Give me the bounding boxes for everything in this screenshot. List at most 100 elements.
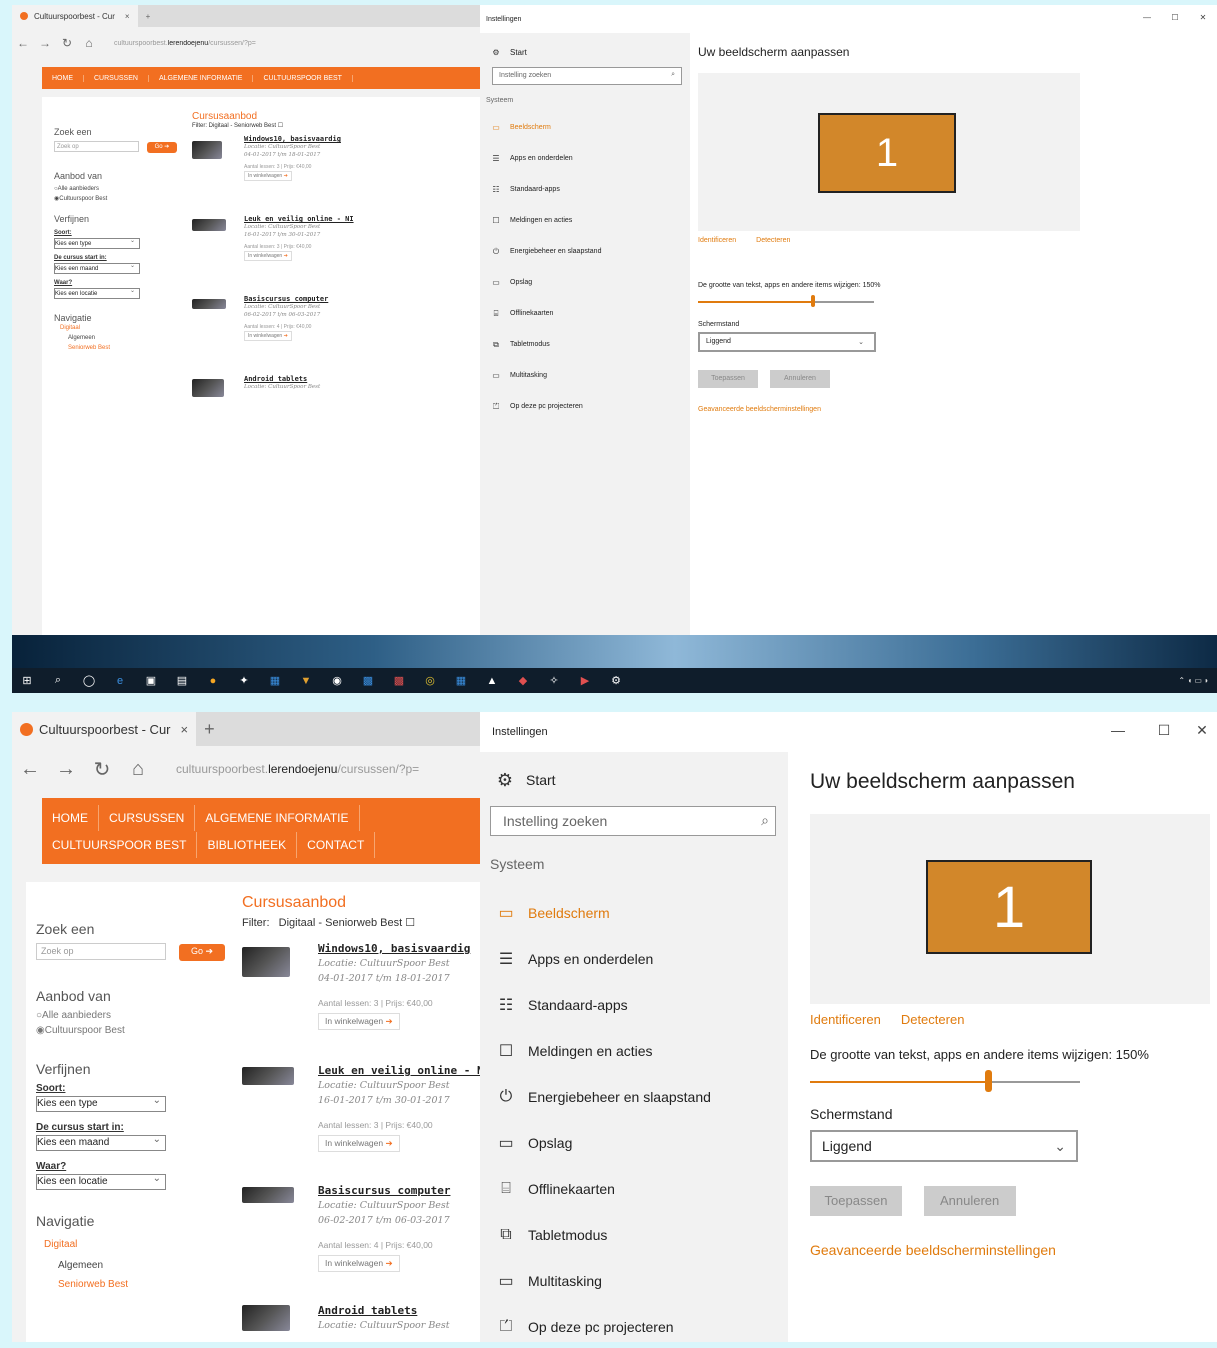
start-select[interactable]: Kies een maand [36,1133,166,1151]
nav-start[interactable]: ⚙ Start [480,41,690,63]
app-icon[interactable]: ▦ [450,672,472,690]
tab-close-icon[interactable]: × [181,722,189,737]
nav-beeldscherm[interactable]: ▭ Beeldscherm [480,890,788,936]
offer-option-all[interactable]: ○Alle aanbieders [36,1008,226,1023]
tab-close-icon[interactable]: × [125,12,130,21]
minimize-button[interactable]: — [1133,13,1161,22]
settings-gear-icon[interactable]: ⚙ [605,672,627,690]
app-icon[interactable]: ▼ [295,672,317,690]
nav-meldingen[interactable]: ☐ Meldingen en acties [480,205,690,236]
new-tab-button[interactable]: + [146,12,151,21]
advanced-display-settings-link[interactable]: Geavanceerde beeldscherminstellingen [698,406,1198,413]
add-to-cart-button[interactable]: In winkelwagen ➔ [318,1013,400,1030]
nav-apps-en-onderdelen[interactable]: ☰ Apps en onderdelen [480,143,690,174]
add-to-cart-button[interactable]: In winkelwagen ➔ [244,171,292,181]
forward-icon[interactable]: → [48,758,84,781]
settings-search-input[interactable]: Instelling zoeken ⌕ [490,806,776,836]
folder-icon[interactable]: ▤ [171,672,193,690]
app-icon[interactable]: ● [202,672,224,690]
monitor-1[interactable]: 1 [818,113,956,193]
site-nav-cursussen[interactable]: CURSUSSEN [84,74,149,82]
slider-thumb[interactable] [811,295,816,307]
add-to-cart-button[interactable]: In winkelwagen ➔ [318,1135,400,1152]
site-nav-home[interactable]: HOME [42,804,99,831]
start-icon[interactable]: ⊞ [16,672,38,690]
nav-beeldscherm[interactable]: ▭ Beeldscherm [480,112,690,143]
offer-option-cultuurspoor[interactable]: ◉Cultuurspoor Best [54,194,189,204]
scale-slider[interactable] [810,1070,1080,1092]
site-nav-cultuurspoor-best[interactable]: CULTUURSPOOR BEST [42,831,198,858]
course-name[interactable]: Android tablets [318,1303,450,1318]
sort-select[interactable]: Kies een type [54,236,140,249]
home-icon[interactable]: ⌂ [120,758,156,781]
back-icon[interactable]: ← [12,758,48,781]
identify-link[interactable]: Identificeren [698,237,736,244]
nav-offlinekaarten[interactable]: ⌸ Offlinekaarten [480,298,690,329]
close-button[interactable]: ✕ [1187,722,1217,739]
chrome-icon[interactable]: ◎ [419,672,441,690]
app-icon[interactable]: ✧ [543,672,565,690]
apply-button[interactable]: Toepassen [698,370,758,388]
refresh-icon[interactable]: ↻ [56,36,78,50]
nav-digitaal[interactable]: Digitaal [60,323,189,333]
detect-link[interactable]: Detecteren [756,237,790,244]
add-to-cart-button[interactable]: In winkelwagen ➔ [244,331,292,341]
forward-icon[interactable]: → [34,36,56,50]
home-icon[interactable]: ⌂ [78,36,100,50]
identify-link[interactable]: Identificeren [810,1012,881,1027]
address-bar[interactable]: cultuurspoorbest.lerendoejenu/cursussen/… [114,40,256,47]
back-icon[interactable]: ← [12,36,34,50]
site-nav-algemene-informatie[interactable]: ALGEMENE INFORMATIE [149,74,254,82]
search-icon[interactable]: ⌕ [47,672,69,690]
edge-icon[interactable]: e [109,672,131,690]
orientation-dropdown[interactable]: Liggend [810,1130,1078,1162]
site-nav-contact[interactable]: CONTACT [297,831,376,858]
site-nav-cultuurspoor-best[interactable]: CULTUURSPOOR BEST [253,74,353,82]
search-input[interactable]: Zoek op [36,943,166,960]
nav-multitasking[interactable]: ▭ Multitasking [480,1258,788,1304]
nav-seniorweb[interactable]: Seniorweb Best [58,1277,226,1292]
nav-opslag[interactable]: ▭ Opslag [480,267,690,298]
nav-meldingen[interactable]: ☐ Meldingen en acties [480,1028,788,1074]
cancel-button[interactable]: Annuleren [769,370,830,388]
nav-opslag[interactable]: ▭ Opslag [480,1120,788,1166]
orientation-dropdown[interactable]: Liggend [698,332,876,352]
start-select[interactable]: Kies een maand [54,261,140,274]
nav-standaard-apps[interactable]: ☷ Standaard-apps [480,982,788,1028]
monitor-1[interactable]: 1 [926,860,1092,954]
nav-seniorweb[interactable]: Seniorweb Best [68,343,189,353]
close-button[interactable]: ✕ [1189,13,1217,22]
offer-option-cultuurspoor[interactable]: ◉Cultuurspoor Best [36,1023,226,1038]
app-icon[interactable]: ▶ [574,672,596,690]
scale-slider[interactable] [698,295,874,307]
go-button[interactable]: Go ➔ [146,142,177,153]
cancel-button[interactable]: Annuleren [923,1186,1016,1216]
advanced-display-settings-link[interactable]: Geavanceerde beeldscherminstellingen [810,1242,1210,1258]
site-nav-bibliotheek[interactable]: BIBLIOTHEEK [197,831,298,858]
tray-icons[interactable]: ⌃ ◖ ▭ ◗ [1178,676,1209,685]
browser-tab[interactable]: Cultuurspoorbest - Cur × [12,5,138,27]
refresh-icon[interactable]: ↻ [84,757,120,782]
app-icon[interactable]: ◉ [326,672,348,690]
app-icon[interactable]: ◆ [512,672,534,690]
course-name[interactable]: Android tablets [244,375,320,383]
maximize-button[interactable]: ☐ [1161,13,1189,22]
nav-energiebeheer[interactable]: ⏻ Energiebeheer en slaapstand [480,236,690,267]
task-view-icon[interactable]: ◯ [78,672,100,690]
nav-projecteren[interactable]: ⏍ Op deze pc projecteren [480,1304,788,1342]
nav-tabletmodus[interactable]: ⧉ Tabletmodus [480,1212,788,1258]
nav-algemeen[interactable]: Algemeen [58,1258,226,1273]
store-icon[interactable]: ▣ [140,672,162,690]
course-name[interactable]: Leuk en veilig online - NI [244,215,354,223]
site-nav-cursussen[interactable]: CURSUSSEN [99,804,196,831]
nav-energiebeheer[interactable]: ⏻ Energiebeheer en slaapstand [480,1074,788,1120]
site-nav-algemene-informatie[interactable]: ALGEMENE INFORMATIE [195,804,360,831]
apply-button[interactable]: Toepassen [810,1186,902,1216]
new-tab-button[interactable]: + [204,719,215,740]
go-button[interactable]: Go ➔ [179,944,226,961]
search-input[interactable]: Zoek op [54,141,139,152]
browser-tab[interactable]: Cultuurspoorbest - Cur × [12,712,197,746]
sort-select[interactable]: Kies een type [36,1094,166,1112]
settings-search-input[interactable]: Instelling zoeken ⌕ [492,67,682,85]
app-icon[interactable]: ▦ [264,672,286,690]
